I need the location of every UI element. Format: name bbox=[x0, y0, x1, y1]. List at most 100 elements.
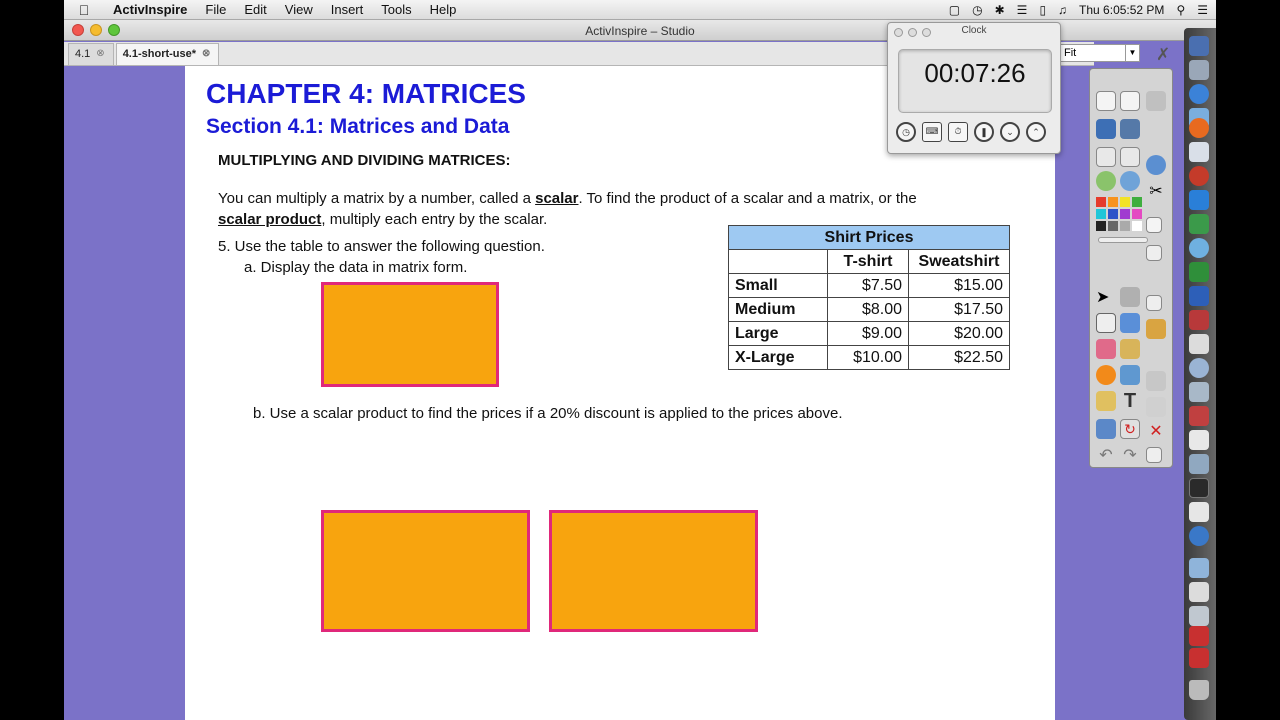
collapse-icon[interactable]: ⌄ bbox=[1000, 122, 1020, 142]
zoom-select[interactable]: Fit ▼ bbox=[1060, 44, 1140, 62]
menubar-clock[interactable]: Thu 6:05:52 PM bbox=[1079, 3, 1164, 17]
document-icon[interactable] bbox=[1189, 626, 1209, 646]
word-icon[interactable] bbox=[1189, 286, 1209, 306]
volume-icon[interactable]: ♫ bbox=[1058, 3, 1067, 17]
tab-close-icon[interactable]: ⊗ bbox=[202, 48, 210, 65]
document-icon[interactable] bbox=[1189, 606, 1209, 626]
firefox-icon[interactable] bbox=[1189, 118, 1209, 138]
shape-icon[interactable] bbox=[1096, 365, 1116, 385]
color-swatch-purple[interactable] bbox=[1120, 209, 1130, 219]
spotlight-icon[interactable] bbox=[1146, 371, 1166, 391]
powerpoint-icon[interactable] bbox=[1189, 310, 1209, 330]
keyboard-tool-icon[interactable] bbox=[1146, 397, 1166, 417]
main-toolbox[interactable]: ✂ ➤ T ↻ ✕ ↶ ↷ bbox=[1089, 68, 1173, 468]
reset-page-icon[interactable]: ↻ bbox=[1120, 419, 1140, 439]
trash-icon[interactable] bbox=[1189, 680, 1209, 700]
menu-file[interactable]: File bbox=[196, 2, 235, 17]
connector-icon[interactable] bbox=[1120, 365, 1140, 385]
globe-icon[interactable] bbox=[1146, 155, 1166, 175]
highlighter-icon[interactable] bbox=[1120, 313, 1140, 333]
flipchart-page[interactable]: CHAPTER 4: MATRICES Section 4.1: Matrice… bbox=[185, 66, 1055, 720]
revealer-icon[interactable] bbox=[1096, 419, 1116, 439]
folder-icon[interactable] bbox=[1189, 558, 1209, 578]
color-swatch-black[interactable] bbox=[1096, 221, 1106, 231]
menu-edit[interactable]: Edit bbox=[235, 2, 275, 17]
tab-4-1-short-use[interactable]: 4.1-short-use* ⊗ bbox=[115, 43, 220, 65]
excel-icon[interactable] bbox=[1189, 262, 1209, 282]
fill-icon[interactable] bbox=[1120, 339, 1140, 359]
app-menu[interactable]: ActivInspire bbox=[104, 2, 196, 17]
copy-icon[interactable] bbox=[1146, 217, 1162, 233]
spotlight-search-icon[interactable]: ⚲ bbox=[1176, 3, 1185, 17]
trash-icon[interactable] bbox=[1146, 447, 1162, 463]
network-icon[interactable] bbox=[1189, 358, 1209, 378]
desktop-annotate-icon[interactable] bbox=[1096, 119, 1116, 139]
flipchart-icon[interactable] bbox=[1096, 91, 1116, 111]
tab-close-icon[interactable]: ⊗ bbox=[96, 48, 104, 65]
clock-mode-icon[interactable]: ◷ bbox=[896, 122, 916, 142]
color-swatch-darkgray[interactable] bbox=[1108, 221, 1118, 231]
color-swatch-cyan[interactable] bbox=[1096, 209, 1106, 219]
save-icon[interactable] bbox=[1146, 295, 1162, 311]
menu-view[interactable]: View bbox=[276, 2, 322, 17]
text-tool-icon[interactable]: T bbox=[1120, 391, 1140, 411]
undo-icon[interactable]: ↶ bbox=[1096, 445, 1116, 465]
app-icon[interactable] bbox=[1189, 454, 1209, 474]
pause-icon[interactable]: ❚ bbox=[974, 122, 994, 142]
keyboard-icon[interactable]: ⌨ bbox=[922, 122, 942, 142]
refresh-icon[interactable] bbox=[1120, 171, 1140, 191]
chevron-down-icon[interactable]: ▼ bbox=[1125, 45, 1139, 61]
color-swatch-yellow[interactable] bbox=[1120, 197, 1130, 207]
safari-icon[interactable] bbox=[1189, 84, 1209, 104]
pen-width-slider[interactable] bbox=[1098, 237, 1148, 243]
answer-box-5a[interactable] bbox=[321, 282, 499, 387]
color-swatch-gray[interactable] bbox=[1120, 221, 1130, 231]
color-swatch-orange[interactable] bbox=[1108, 197, 1118, 207]
list-icon[interactable]: ☰ bbox=[1197, 3, 1208, 17]
menu-tools[interactable]: Tools bbox=[372, 2, 420, 17]
wrench-icon[interactable] bbox=[1120, 287, 1140, 307]
launchpad-icon[interactable] bbox=[1189, 60, 1209, 80]
select-arrow-icon[interactable]: ➤ bbox=[1096, 287, 1116, 307]
finder-icon[interactable] bbox=[1189, 36, 1209, 56]
utility-icon[interactable] bbox=[1189, 382, 1209, 402]
textedit-icon[interactable] bbox=[1189, 430, 1209, 450]
color-swatch-green[interactable] bbox=[1132, 197, 1142, 207]
color-swatch-magenta[interactable] bbox=[1132, 209, 1142, 219]
clear-icon[interactable]: ✕ bbox=[1146, 421, 1166, 441]
menu-help[interactable]: Help bbox=[421, 2, 466, 17]
battery-icon[interactable]: ▯ bbox=[1039, 3, 1046, 17]
close-icon[interactable]: ✗ bbox=[1156, 45, 1170, 65]
pen-icon[interactable] bbox=[1096, 313, 1116, 333]
app-icon[interactable] bbox=[1189, 214, 1209, 234]
time-machine-icon[interactable]: ◷ bbox=[972, 3, 982, 17]
camera-icon[interactable] bbox=[1096, 391, 1116, 411]
color-swatch-blue[interactable] bbox=[1108, 209, 1118, 219]
bluetooth-icon[interactable]: ✱ bbox=[995, 3, 1005, 17]
menu-insert[interactable]: Insert bbox=[322, 2, 373, 17]
app-icon[interactable] bbox=[1189, 526, 1209, 546]
eraser-icon[interactable] bbox=[1096, 339, 1116, 359]
apple-menu-icon[interactable]:  bbox=[64, 2, 104, 18]
answer-box-5b-left[interactable] bbox=[321, 510, 530, 632]
previous-page-icon[interactable] bbox=[1096, 147, 1116, 167]
next-page-icon[interactable] bbox=[1120, 147, 1140, 167]
wifi-icon[interactable]: ☰ bbox=[1017, 3, 1028, 17]
browser-icon[interactable] bbox=[1120, 91, 1140, 111]
notes-app-icon[interactable] bbox=[1189, 334, 1209, 354]
play-icon[interactable] bbox=[1096, 171, 1116, 191]
alarm-icon[interactable]: ⏱ bbox=[948, 122, 968, 142]
app-icon[interactable] bbox=[1189, 502, 1209, 522]
pen-tray-icon[interactable] bbox=[1146, 91, 1166, 111]
notes-icon[interactable]: ▢ bbox=[949, 3, 960, 17]
document-icon[interactable] bbox=[1189, 648, 1209, 668]
magic-ink-icon[interactable] bbox=[1146, 319, 1166, 339]
preview-icon[interactable] bbox=[1189, 142, 1209, 162]
terminal-icon[interactable] bbox=[1189, 478, 1209, 498]
tab-4-1[interactable]: 4.1 ⊗ bbox=[68, 43, 114, 65]
acrobat-icon[interactable] bbox=[1189, 406, 1209, 426]
scissors-icon[interactable]: ✂ bbox=[1146, 181, 1166, 201]
color-swatch-white[interactable] bbox=[1132, 221, 1142, 231]
chrome-icon[interactable] bbox=[1189, 166, 1209, 186]
document-icon[interactable] bbox=[1189, 582, 1209, 602]
